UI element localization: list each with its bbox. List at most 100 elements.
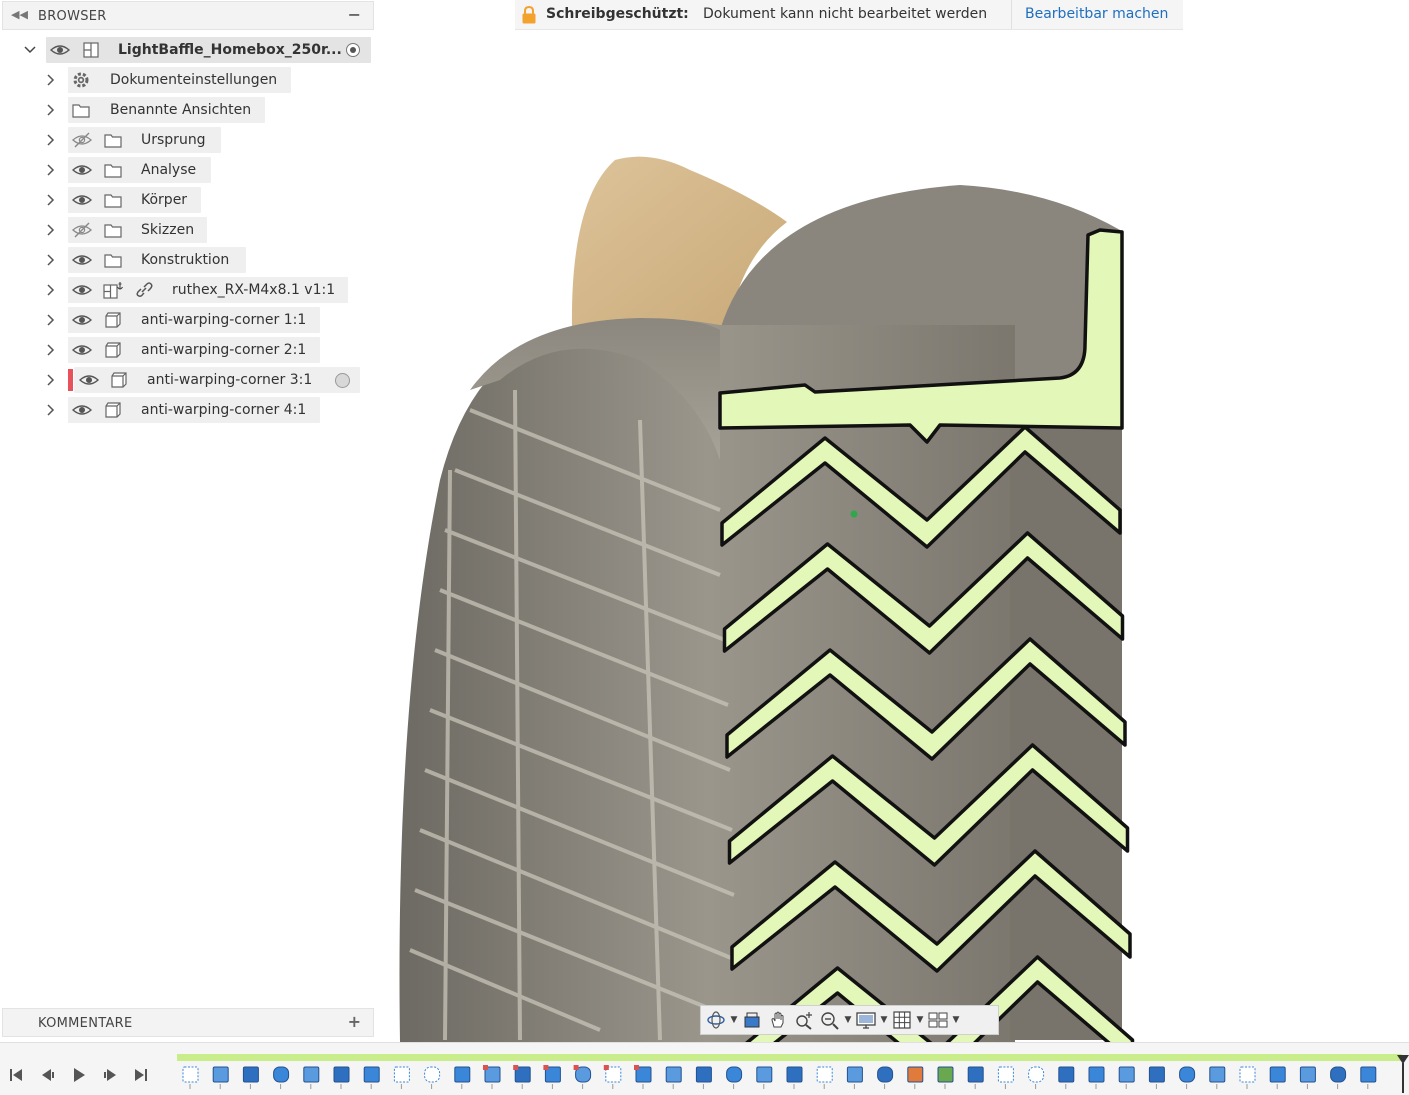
chevron-right-icon[interactable]	[44, 401, 58, 419]
eye-icon[interactable]	[72, 342, 92, 358]
chevron-right-icon[interactable]	[44, 281, 58, 299]
tree-root-row[interactable]: LightBaffle_Homebox_250r...	[0, 37, 376, 63]
timeline-feature-icon[interactable]	[1058, 1066, 1075, 1089]
timeline-feature-icon[interactable]	[756, 1066, 773, 1089]
chevron-right-icon[interactable]	[44, 191, 58, 209]
activate-radio[interactable]	[346, 43, 360, 57]
chevron-right-icon[interactable]	[44, 101, 58, 119]
tree-item-analyse[interactable]: Analyse	[0, 157, 376, 183]
timeline-feature-icon[interactable]	[846, 1066, 863, 1089]
eye-icon[interactable]	[72, 312, 92, 328]
tree-item-anti-warping-corner-3[interactable]: anti-warping-corner 3:1	[0, 367, 376, 393]
chevron-right-icon[interactable]	[44, 311, 58, 329]
skip-to-end-icon[interactable]	[131, 1065, 151, 1085]
timeline-feature-icon[interactable]	[603, 1065, 622, 1089]
timeline-feature-icon[interactable]	[937, 1066, 954, 1089]
timeline-feature-icon[interactable]	[1088, 1066, 1105, 1089]
timeline-feature-icon[interactable]	[1299, 1066, 1316, 1089]
zoom-icon[interactable]	[791, 1007, 817, 1033]
chevron-right-icon[interactable]	[44, 341, 58, 359]
step-forward-icon[interactable]	[100, 1065, 120, 1085]
eye-icon[interactable]	[79, 372, 99, 388]
timeline-feature-icon[interactable]	[997, 1066, 1014, 1089]
timeline-feature-icon[interactable]	[242, 1066, 259, 1089]
skip-to-start-icon[interactable]	[6, 1065, 26, 1085]
eye-hidden-icon[interactable]	[72, 222, 92, 238]
eye-icon[interactable]	[72, 162, 92, 178]
timeline-feature-icon[interactable]	[1239, 1066, 1256, 1089]
comments-header[interactable]: KOMMENTARE +	[2, 1008, 374, 1037]
zoom-dropdown-caret[interactable]: ▼	[843, 1015, 853, 1025]
eye-icon[interactable]	[50, 42, 70, 58]
fit-icon[interactable]	[817, 1007, 843, 1033]
chevron-right-icon[interactable]	[44, 371, 58, 389]
timeline-feature-icon[interactable]	[786, 1066, 803, 1089]
timeline-feature-icon[interactable]	[454, 1066, 471, 1089]
timeline-feature-icon[interactable]	[877, 1066, 894, 1089]
timeline-feature-icon[interactable]	[513, 1065, 531, 1089]
grid-icon[interactable]	[889, 1007, 915, 1033]
viewports-dropdown-caret[interactable]: ▼	[951, 1015, 961, 1025]
timeline-feature-icon[interactable]	[695, 1066, 712, 1089]
eye-icon[interactable]	[72, 192, 92, 208]
display-settings-icon[interactable]	[853, 1007, 879, 1033]
eye-icon[interactable]	[72, 402, 92, 418]
eye-hidden-icon[interactable]	[72, 132, 92, 148]
make-editable-link[interactable]: Bearbeitbar machen	[1025, 6, 1168, 22]
tree-item-anti-warping-corner-1[interactable]: anti-warping-corner 1:1	[0, 307, 376, 333]
timeline-feature-icon[interactable]	[393, 1066, 410, 1089]
timeline-feature-icon[interactable]	[1269, 1066, 1286, 1089]
tree-item-ursprung[interactable]: Ursprung	[0, 127, 376, 153]
tree-item-benannte-ansichten[interactable]: Benannte Ansichten	[0, 97, 376, 123]
timeline-feature-icon[interactable]	[816, 1066, 833, 1089]
timeline-feature-icon[interactable]	[303, 1066, 320, 1089]
timeline-feature-icon[interactable]	[573, 1065, 592, 1089]
timeline-feature-icon[interactable]	[273, 1066, 290, 1089]
tree-item-konstruktion[interactable]: Konstruktion	[0, 247, 376, 273]
viewports-icon[interactable]	[925, 1007, 951, 1033]
timeline-feature-icon[interactable]	[363, 1066, 380, 1089]
timeline-feature-icon[interactable]	[1118, 1066, 1135, 1089]
orbit-icon[interactable]	[703, 1007, 729, 1033]
timeline-feature-icon[interactable]	[1209, 1066, 1226, 1089]
tree-item-skizzen[interactable]: Skizzen	[0, 217, 376, 243]
chevron-right-icon[interactable]	[44, 71, 58, 89]
tree-item-anti-warping-corner-2[interactable]: anti-warping-corner 2:1	[0, 337, 376, 363]
timeline-feature-icon[interactable]	[665, 1066, 682, 1089]
timeline-feature-icon[interactable]	[634, 1065, 652, 1089]
activate-radio[interactable]	[335, 373, 350, 388]
look-at-icon[interactable]	[739, 1007, 765, 1033]
add-comment-icon[interactable]: +	[348, 1012, 361, 1031]
3d-viewport[interactable]	[376, 30, 1409, 1079]
timeline-feature-icon[interactable]	[424, 1066, 441, 1089]
collapse-panel-icon[interactable]: ◀◀	[11, 8, 28, 21]
timeline-feature-icon[interactable]	[543, 1065, 561, 1089]
tree-item-koerper[interactable]: Körper	[0, 187, 376, 213]
tree-item-anti-warping-corner-4[interactable]: anti-warping-corner 4:1	[0, 397, 376, 423]
timeline-feature-icon[interactable]	[1360, 1066, 1377, 1089]
timeline-feature-icon[interactable]	[333, 1066, 350, 1089]
timeline-feature-icon[interactable]	[483, 1065, 501, 1089]
tree-item-dokumenteinstellungen[interactable]: Dokumenteinstellungen	[0, 67, 376, 93]
pan-icon[interactable]	[765, 1007, 791, 1033]
chevron-right-icon[interactable]	[44, 221, 58, 239]
chevron-right-icon[interactable]	[44, 131, 58, 149]
timeline-feature-icon[interactable]	[907, 1066, 924, 1089]
timeline-feature-icon[interactable]	[1330, 1066, 1347, 1089]
timeline-feature-icon[interactable]	[182, 1066, 199, 1089]
chevron-right-icon[interactable]	[44, 161, 58, 179]
orbit-dropdown-caret[interactable]: ▼	[729, 1015, 739, 1025]
eye-icon[interactable]	[72, 252, 92, 268]
minimize-icon[interactable]: −	[348, 5, 361, 24]
eye-icon[interactable]	[72, 282, 92, 298]
tree-item-ruthex[interactable]: ruthex_RX-M4x8.1 v1:1	[0, 277, 376, 303]
timeline-feature-icon[interactable]	[726, 1066, 743, 1089]
grid-dropdown-caret[interactable]: ▼	[915, 1015, 925, 1025]
timeline-feature-icon[interactable]	[1179, 1066, 1196, 1089]
timeline-feature-icon[interactable]	[1148, 1066, 1165, 1089]
display-dropdown-caret[interactable]: ▼	[879, 1015, 889, 1025]
chevron-down-icon[interactable]	[23, 41, 37, 59]
timeline-feature-icon[interactable]	[967, 1066, 984, 1089]
play-icon[interactable]	[69, 1065, 89, 1085]
step-back-icon[interactable]	[38, 1065, 58, 1085]
